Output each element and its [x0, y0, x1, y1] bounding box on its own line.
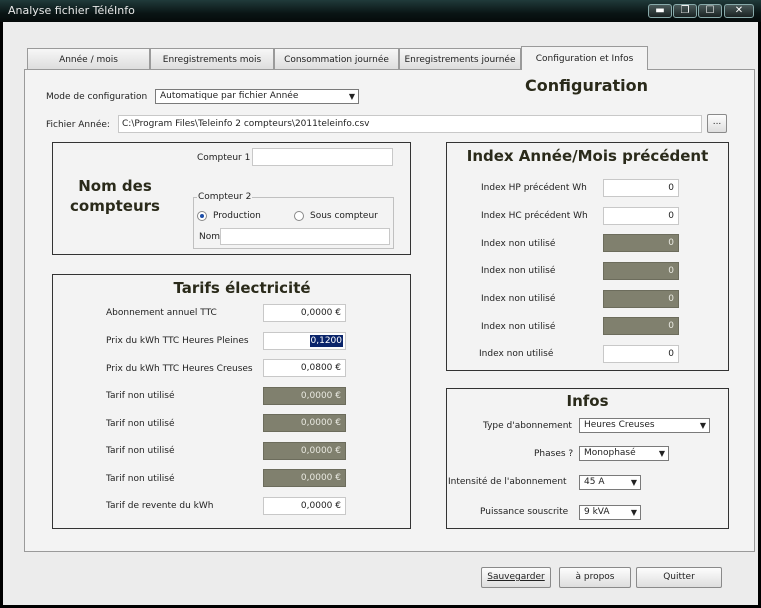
compteur2-group-label: Compteur 2 — [197, 192, 253, 202]
browse-button[interactable]: ... — [707, 114, 727, 133]
type-abonnement-label: Type d'abonnement — [483, 421, 572, 431]
configuration-heading: Configuration — [525, 76, 649, 95]
tarif-revente-input[interactable]: 0,0000 € — [263, 497, 346, 515]
index-non-utilise-label: Index non utilisé — [479, 349, 554, 359]
index-non-utilise-label: Index non utilisé — [481, 239, 556, 249]
tab-enregistrements-mois[interactable]: Enregistrements mois — [150, 48, 274, 70]
index-title: Index Année/Mois précédent — [466, 147, 709, 165]
puissance-label: Puissance souscrite — [480, 507, 569, 517]
index-non-utilise-input: 0 — [603, 317, 679, 335]
index-non-utilise-input: 0 — [603, 262, 679, 280]
prix-hc-input[interactable]: 0,0800 € — [263, 359, 346, 377]
index-non-utilise-input: 0 — [603, 234, 679, 252]
intensite-label: Intensité de l'abonnement — [448, 477, 567, 487]
fichier-annee-input[interactable]: C:\Program Files\Teleinfo 2 compteurs\20… — [118, 115, 702, 133]
index-panel — [446, 142, 729, 371]
abonnement-annuel-input[interactable]: 0,0000 € — [263, 304, 346, 322]
tarif-non-utilise-input: 0,0000 € — [263, 387, 346, 405]
chevron-down-icon: ▼ — [658, 449, 665, 458]
compteur1-label: Compteur 1 — [197, 153, 251, 163]
index-non-utilise-input[interactable]: 0 — [603, 345, 679, 363]
tarif-non-utilise-input: 0,0000 € — [263, 469, 346, 487]
production-radio[interactable] — [197, 211, 207, 221]
tab-enregistrements-journee[interactable]: Enregistrements journée — [399, 48, 521, 70]
phases-value: Monophasé — [584, 448, 636, 458]
tab-annee-mois[interactable]: Année / mois — [27, 48, 150, 70]
index-hp-input[interactable]: 0 — [603, 179, 679, 197]
type-abonnement-value: Heures Creuses — [584, 420, 655, 430]
save-button[interactable]: Sauvegarder — [481, 567, 551, 588]
phases-select[interactable]: Monophasé ▼ — [579, 446, 669, 461]
tarif-non-utilise-label: Tarif non utilisé — [106, 474, 175, 484]
fichier-annee-label: Fichier Année: — [46, 120, 110, 130]
puissance-select[interactable]: 9 kVA ▼ — [579, 505, 641, 520]
nom-label: Nom — [199, 232, 221, 242]
tarifs-title: Tarifs électricité — [173, 279, 311, 297]
sous-compteur-radio[interactable] — [294, 211, 304, 221]
about-button[interactable]: à propos — [559, 567, 631, 588]
infos-title: Infos — [566, 392, 609, 410]
mode-config-select[interactable]: Automatique par fichier Année ▼ — [155, 89, 359, 104]
index-non-utilise-label: Index non utilisé — [481, 266, 556, 276]
prix-hp-label: Prix du kWh TTC Heures Pleines — [106, 336, 249, 346]
nom-input[interactable] — [220, 228, 390, 245]
intensite-value: 45 A — [584, 477, 605, 487]
index-non-utilise-label: Index non utilisé — [481, 322, 556, 332]
index-hc-input[interactable]: 0 — [603, 207, 679, 225]
noms-compteurs-title: Nom des compteurs — [70, 177, 160, 215]
prix-hc-label: Prix du kWh TTC Heures Creuses — [106, 364, 253, 374]
prix-hp-selected-text: 0,1200 — [309, 335, 343, 347]
chevron-down-icon: ▼ — [630, 478, 637, 487]
minimize-button[interactable]: ▬ — [648, 4, 672, 18]
chevron-down-icon: ▼ — [630, 508, 637, 517]
prix-hp-input[interactable]: 0,1200 — [263, 332, 346, 350]
index-hc-label: Index HC précédent Wh — [481, 211, 588, 221]
tarif-non-utilise-label: Tarif non utilisé — [106, 391, 175, 401]
maximize-button[interactable]: ☐ — [698, 4, 722, 18]
type-abonnement-select[interactable]: Heures Creuses ▼ — [579, 418, 710, 433]
restore-button[interactable]: ❐ — [673, 4, 697, 18]
sous-compteur-label: Sous compteur — [310, 211, 378, 221]
tarif-non-utilise-label: Tarif non utilisé — [106, 419, 175, 429]
intensite-select[interactable]: 45 A ▼ — [579, 475, 641, 490]
title-bar: Analyse fichier TéléInfo ▬ ❐ ☐ ✕ — [0, 0, 761, 22]
index-non-utilise-label: Index non utilisé — [481, 294, 556, 304]
tarif-non-utilise-label: Tarif non utilisé — [106, 446, 175, 456]
production-label: Production — [213, 211, 261, 221]
mode-config-value: Automatique par fichier Année — [160, 91, 299, 101]
tab-consommation-journee[interactable]: Consommation journée — [274, 48, 399, 70]
index-hp-label: Index HP précédent Wh — [481, 183, 587, 193]
tarif-revente-label: Tarif de revente du kWh — [106, 501, 214, 511]
chevron-down-icon: ▼ — [699, 421, 706, 430]
tarif-non-utilise-input: 0,0000 € — [263, 442, 346, 460]
compteur1-input[interactable] — [252, 148, 393, 166]
window-title: Analyse fichier TéléInfo — [8, 4, 135, 17]
chevron-down-icon: ▼ — [348, 92, 355, 101]
tab-configuration-infos[interactable]: Configuration et Infos — [521, 46, 648, 70]
abonnement-annuel-label: Abonnement annuel TTC — [106, 308, 217, 318]
index-non-utilise-input: 0 — [603, 290, 679, 308]
puissance-value: 9 kVA — [584, 507, 610, 517]
tarif-non-utilise-input: 0,0000 € — [263, 414, 346, 432]
quit-button[interactable]: Quitter — [636, 567, 722, 588]
mode-config-label: Mode de configuration — [46, 92, 148, 102]
phases-label: Phases ? — [534, 449, 574, 459]
close-button[interactable]: ✕ — [724, 4, 754, 18]
